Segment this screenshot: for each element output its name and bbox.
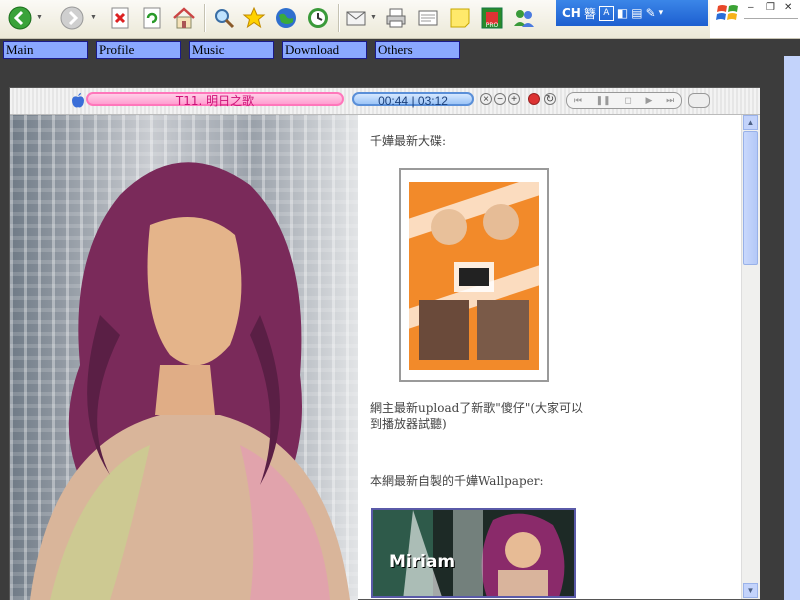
- ime-half-width-icon[interactable]: ◧: [617, 6, 628, 20]
- track-title: T11. 明日之歌: [86, 92, 344, 108]
- scroll-thumb[interactable]: [743, 131, 758, 265]
- nav-music[interactable]: Music: [189, 41, 274, 59]
- track-time: 00:44 | 03:12: [352, 92, 474, 108]
- ime-punctuation-icon[interactable]: ▤: [631, 6, 642, 20]
- nav-download-label[interactable]: Download: [285, 42, 339, 57]
- eject-icon[interactable]: [688, 93, 710, 108]
- volume-up-icon[interactable]: +: [508, 93, 520, 105]
- window-controls: – ❐ ✕: [710, 0, 800, 38]
- search-icon[interactable]: [210, 4, 238, 32]
- nav-download[interactable]: Download: [282, 41, 367, 59]
- ime-language-bar[interactable]: CH 簪 A ◧ ▤ ✎ ▾: [556, 0, 708, 26]
- minimize-icon[interactable]: –: [748, 2, 754, 13]
- previous-icon[interactable]: ⏮: [574, 95, 582, 106]
- scroll-down-icon[interactable]: ▼: [743, 583, 758, 598]
- player-close-icon[interactable]: ×: [480, 93, 492, 105]
- album-heading: 千嬅最新大碟:: [370, 134, 447, 148]
- music-player: T11. 明日之歌 00:44 | 03:12 × − + ↻ ⏮ ❚❚ ◻ ▶…: [10, 88, 760, 115]
- history-icon[interactable]: [304, 4, 332, 32]
- mail-icon[interactable]: [342, 4, 370, 32]
- close-icon[interactable]: ✕: [784, 2, 792, 13]
- nav-others-label[interactable]: Others: [378, 42, 413, 57]
- address-line: [744, 18, 798, 19]
- toolbar-separator: [204, 4, 206, 32]
- home-icon[interactable]: [170, 4, 198, 32]
- print-icon[interactable]: [382, 4, 410, 32]
- stop-icon[interactable]: [106, 4, 134, 32]
- nav-main-label[interactable]: Main: [6, 42, 33, 57]
- play-icon[interactable]: ▶: [645, 95, 652, 106]
- outer-scrollbar[interactable]: [784, 56, 800, 600]
- ime-language-label[interactable]: CH: [562, 6, 581, 20]
- ime-options-icon[interactable]: ▾: [659, 8, 664, 18]
- wallpaper-thumbnail[interactable]: Miriam: [371, 508, 576, 598]
- favorites-star-icon[interactable]: [240, 4, 268, 32]
- artist-portrait: [30, 162, 350, 600]
- mute-icon[interactable]: [528, 93, 540, 105]
- refresh-icon[interactable]: [138, 4, 166, 32]
- upload-note: 網主最新upload了新歌"傻仔"(大家可以到播放器試聽): [370, 401, 584, 431]
- ime-mode-box[interactable]: A: [598, 5, 614, 21]
- back-icon[interactable]: [6, 4, 34, 32]
- volume-down-icon[interactable]: −: [494, 93, 506, 105]
- back-dropdown-icon[interactable]: ▼: [36, 14, 43, 21]
- next-icon[interactable]: ⏭: [666, 95, 674, 106]
- ime-input-char[interactable]: 簪: [584, 5, 596, 22]
- stop-button-icon[interactable]: ◻: [624, 95, 631, 106]
- windows-logo-icon: [716, 5, 738, 20]
- note-icon[interactable]: [446, 4, 474, 32]
- scroll-up-icon[interactable]: ▲: [743, 115, 758, 130]
- forward-dropdown-icon[interactable]: ▼: [90, 14, 97, 21]
- nav-profile-label[interactable]: Profile: [99, 42, 134, 57]
- apple-logo-icon[interactable]: [70, 92, 86, 108]
- browser-toolbar: ▼ ▼ ▼ PRO CH 簪 A ◧ ▤ ✎ ▾ – ❐ ✕: [0, 0, 800, 39]
- nav-others[interactable]: Others: [375, 41, 460, 59]
- media-globe-icon[interactable]: [272, 4, 300, 32]
- edit-icon[interactable]: [414, 4, 442, 32]
- ime-pen-icon[interactable]: ✎: [646, 6, 656, 20]
- messenger-pro-icon[interactable]: PRO: [478, 4, 506, 32]
- playback-controls: ⏮ ❚❚ ◻ ▶ ⏭: [566, 92, 682, 109]
- forward-icon[interactable]: [58, 4, 86, 32]
- album-cover-art: [409, 182, 539, 370]
- svg-text:PRO: PRO: [486, 22, 499, 29]
- album-cover[interactable]: [399, 168, 549, 382]
- content-scrollbar[interactable]: ▲ ▼: [741, 115, 760, 599]
- nav-main[interactable]: Main: [3, 41, 88, 59]
- repeat-icon[interactable]: ↻: [544, 93, 556, 105]
- nav-profile[interactable]: Profile: [96, 41, 181, 59]
- artist-photo: [10, 115, 358, 600]
- wallpaper-note: 本網最新自製的千嬅Wallpaper:: [370, 474, 544, 488]
- pause-icon[interactable]: ❚❚: [596, 95, 611, 106]
- wallpaper-label: Miriam: [389, 552, 456, 572]
- messenger-buddies-icon[interactable]: [510, 4, 538, 32]
- restore-icon[interactable]: ❐: [766, 2, 775, 13]
- nav-music-label[interactable]: Music: [192, 42, 225, 57]
- toolbar-separator: [338, 4, 340, 32]
- mail-dropdown-icon[interactable]: ▼: [370, 14, 377, 21]
